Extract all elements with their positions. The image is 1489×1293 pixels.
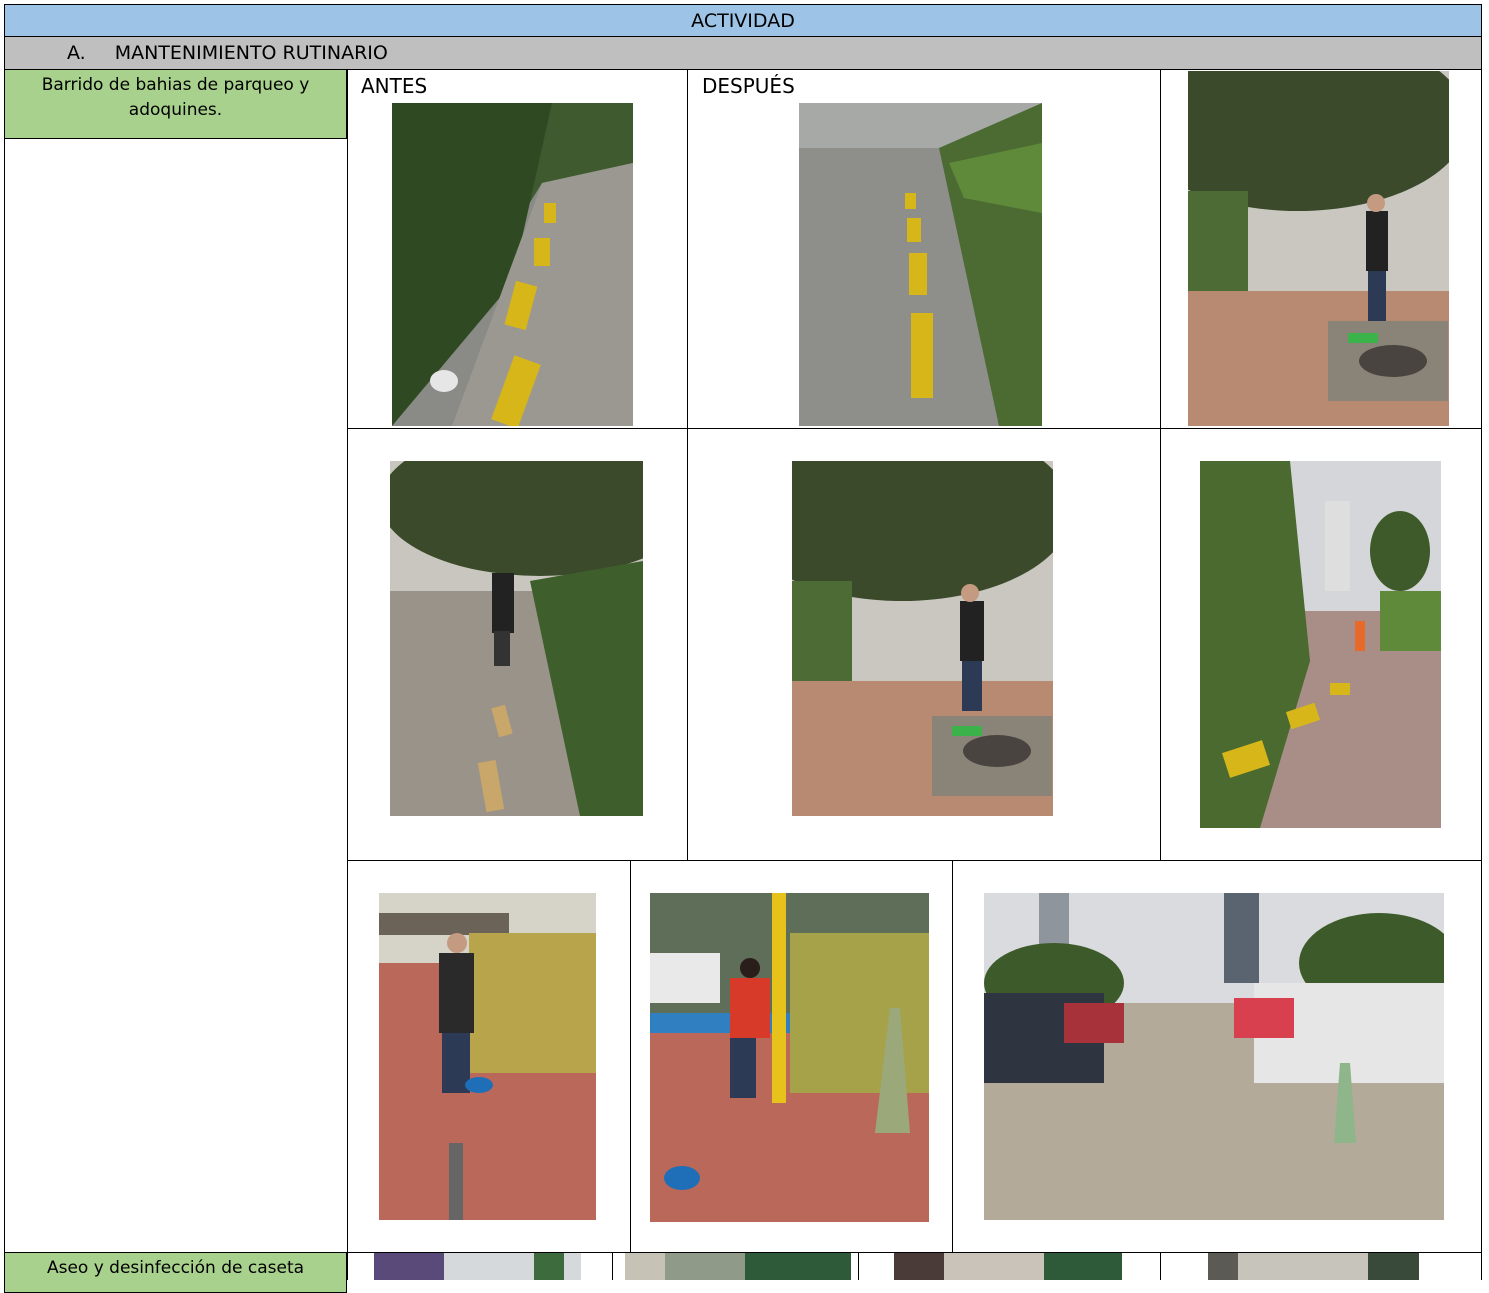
photo-worker-sweeping-plaza — [792, 461, 1053, 816]
photo-after-parking-curbs — [799, 103, 1042, 426]
photo-parking-lane-curbs — [1200, 461, 1441, 828]
row-divider — [347, 860, 1482, 861]
photo-booth-cleaning-3 — [894, 1253, 1122, 1280]
header-title: ACTIVIDAD — [691, 9, 795, 32]
activity-label: Barrido de bahias de parqueo y adoquines… — [41, 75, 310, 120]
section-title: MANTENIMIENTO RUTINARIO — [114, 42, 388, 64]
column-divider — [612, 1252, 613, 1280]
activity-label-cell: Aseo y desinfección de caseta — [4, 1253, 347, 1293]
column-divider — [1160, 70, 1161, 860]
table-header: ACTIVIDAD — [4, 4, 1482, 37]
row-divider — [347, 428, 1482, 429]
photo-parking-lot-cars — [984, 893, 1444, 1220]
column-divider — [1160, 1252, 1161, 1280]
photo-worker-with-dustpan — [379, 893, 596, 1220]
photo-booth-cleaning-1 — [374, 1253, 581, 1280]
section-header: A. MANTENIMIENTO RUTINARIO — [4, 37, 1482, 70]
column-divider — [347, 70, 348, 1280]
photo-booth-cleaning-4 — [1208, 1253, 1419, 1280]
activity-label: Aseo y desinfección de caseta — [46, 1258, 305, 1278]
photo-worker-red-vest — [650, 893, 929, 1222]
column-divider — [952, 860, 953, 1252]
table-border-left — [4, 70, 5, 1280]
table-border-right — [1481, 70, 1482, 1280]
column-divider — [630, 860, 631, 1252]
section-number: A. — [67, 42, 86, 64]
photo-worker-sweeping — [1188, 71, 1449, 426]
before-label: ANTES — [361, 74, 428, 98]
column-divider — [858, 1252, 859, 1280]
photo-booth-cleaning-2 — [625, 1253, 851, 1280]
after-label: DESPUÉS — [702, 74, 795, 98]
photo-worker-sweeping-curbs — [390, 461, 643, 816]
column-divider — [687, 70, 688, 860]
activity-label-cell: Barrido de bahias de parqueo y adoquines… — [4, 70, 347, 139]
photo-before-parking-curbs — [392, 103, 633, 426]
